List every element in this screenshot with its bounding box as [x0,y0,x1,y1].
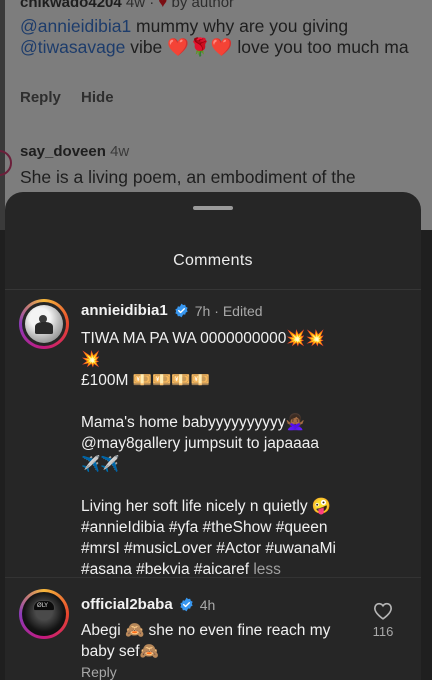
divider [5,289,421,290]
caption-username[interactable]: annieidibia1 [81,302,168,319]
caption-line: 💥 [81,351,101,368]
comment-time: 4h [199,596,216,613]
hashtag-line[interactable]: #annieIdibia #yfa #theShow #queen [81,517,371,538]
caption-mention-line[interactable]: @may8gallery jumpsuit to japaaaa [81,433,371,454]
show-less-link[interactable]: less [249,561,281,578]
comment-username[interactable]: official2baba [81,596,173,613]
background-comment-2-username[interactable]: say_doveen [20,143,106,160]
comments-sheet: Comments annieidibia1 7h · Edited TIWA M… [5,192,421,680]
by-author-label: by author [171,0,235,11]
comment-text: Abegi 🙈 she no even fine reach my baby s… [81,622,331,660]
sheet-drag-handle[interactable] [193,206,233,210]
post-caption: annieidibia1 7h · Edited TIWA MA PA WA 0… [5,292,421,578]
background-reply-button[interactable]: Reply [20,89,61,106]
caption-text: TIWA MA PA WA 0000000000💥💥 💥 £100M 💴💴💴💴 … [81,328,371,580]
commenter-avatar[interactable]: ØLY [19,589,69,639]
caption-time: 7h [194,302,211,319]
verified-badge-icon [175,303,188,318]
author-photo [25,305,63,343]
caption-line: TIWA MA PA WA 0000000000💥💥 [81,330,325,347]
mention-link[interactable]: @annieidibia1 [20,16,131,36]
background-comment-2-header: say_doveen 4w [20,143,129,160]
background-comment-text: @annieidibia1 mummy why are you giving @… [20,16,409,57]
caption-line: Living her soft life nicely n quietly 🤪 [81,498,332,515]
comment-reply-button[interactable]: Reply [81,664,117,680]
divider [5,577,421,578]
background-avatar [0,150,12,176]
caption-line: £100M 💴💴💴💴 [81,372,210,389]
mention-link[interactable]: @tiwasavage [20,37,125,57]
hashtag-line[interactable]: #mrsI #musicLover #Actor #uwanaMi [81,538,371,559]
background-hide-button[interactable]: Hide [81,89,114,106]
like-button[interactable]: 116 [363,602,403,639]
caption-line: Mama's home babyyyyyyyyyy🙅🏾‍♀️ [81,414,305,431]
background-comment-actions: Reply Hide [20,89,130,106]
author-avatar[interactable] [19,299,69,349]
background-comment-2-time: 4w [110,143,130,160]
comment-header: official2baba 4h [81,596,215,613]
background-comment-header: chikwado4204 4w · ♥ by author [20,0,234,11]
verified-badge-icon [180,597,193,612]
background-comment-time: 4w [125,0,146,11]
background-comment-username[interactable]: chikwado4204 [20,0,122,11]
caption-header: annieidibia1 7h · Edited [81,302,263,319]
caption-line: ✈️✈️ [81,456,120,473]
background-edge [0,0,5,230]
emoji-group: ❤️🌹❤️ [167,37,233,57]
heart-outline-icon [373,602,393,620]
like-count: 116 [372,624,394,639]
edited-label: · Edited [214,302,263,319]
sheet-title: Comments [173,252,253,269]
background-comment-2-text: She is a living poem, an embodiment of t… [20,167,356,187]
author-like-heart-icon: ♥ [158,0,168,11]
commenter-photo: ØLY [22,592,66,636]
comment-item: ØLY official2baba 4h Abegi 🙈 she no even… [5,582,421,680]
